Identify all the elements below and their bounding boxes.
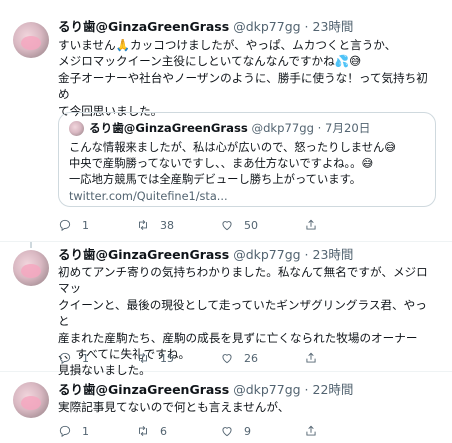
tweet-actions: 1 38 50 [58,216,418,234]
reply-count: 1 [82,218,89,232]
retweet-button[interactable]: 6 [136,422,167,440]
quoted-user-id: @dkp77gg [251,121,314,135]
retweet-button[interactable]: 15 [136,349,174,367]
tweet[interactable]: るり歯@GinzaGreenGrass @dkp77gg · 23時間 初めてア… [0,242,452,377]
screen-handle[interactable]: @GinzaGreenGrass [96,247,230,262]
timestamp[interactable]: 23時間 [313,247,354,262]
quoted-text: こんな情報来ましたが、私は心が広いので、怒ったりしません😅 中央で産駒勝ってない… [69,140,425,205]
reply-button[interactable]: 1 [58,349,89,367]
user-id[interactable]: @dkp77gg [233,382,300,397]
quoted-link[interactable]: twitter.com/Quitefine1/sta... [69,190,228,203]
screen-handle[interactable]: @GinzaGreenGrass [96,382,230,397]
share-button[interactable] [304,349,318,367]
like-button[interactable]: 50 [220,216,258,234]
thread-line [30,242,32,248]
avatar[interactable] [13,250,49,286]
tweet-actions: 1 6 9 [58,422,418,440]
tweet-header: るり歯@GinzaGreenGrass @dkp77gg · 23時間 [58,247,354,262]
display-name[interactable]: るり歯 [58,19,96,34]
share-button[interactable] [304,422,318,440]
quoted-avatar [69,121,84,136]
reply-icon [59,425,71,438]
user-id[interactable]: @dkp77gg [233,19,300,34]
share-icon [306,352,316,363]
retweet-count: 6 [160,424,167,438]
heart-icon [222,427,232,437]
avatar[interactable] [13,382,49,418]
reply-button[interactable]: 1 [58,422,89,440]
tweet-text: すいません🙏カッコつけましたが、やっぱ、ムカつくと言うか、 メジロマックイーン主… [58,38,428,118]
retweet-count: 15 [160,351,174,365]
tweet-header: るり歯@GinzaGreenGrass @dkp77gg · 22時間 [58,382,354,397]
retweet-count: 38 [160,218,174,232]
quoted-date: 7月20日 [325,121,371,135]
share-icon [306,219,316,230]
reply-icon [59,352,71,365]
like-count: 9 [244,424,251,438]
reply-count: 1 [82,424,89,438]
tweet-actions: 1 15 26 [58,349,418,367]
timestamp[interactable]: 23時間 [313,19,354,34]
quoted-screen-handle: @GinzaGreenGrass [123,121,248,135]
share-button[interactable] [304,216,318,234]
display-name[interactable]: るり歯 [58,247,96,262]
heart-icon [222,221,232,231]
reply-button[interactable]: 1 [58,216,89,234]
like-count: 50 [244,218,258,232]
retweet-icon [139,426,147,436]
reply-count: 1 [82,351,89,365]
tweet-text: 実際記事見てないので何とも言えませんが、 [58,400,290,414]
quoted-body: こんな情報来ましたが、私は心が広いので、怒ったりしません😅 中央で産駒勝ってない… [69,141,397,187]
retweet-icon [139,220,147,230]
display-name[interactable]: るり歯 [58,382,96,397]
share-icon [306,425,316,436]
reply-icon [59,219,71,232]
user-id[interactable]: @dkp77gg [233,247,300,262]
quoted-header: るり歯@GinzaGreenGrass @dkp77gg · 7月20日 [89,121,371,135]
like-button[interactable]: 9 [220,422,251,440]
retweet-button[interactable]: 38 [136,216,174,234]
quoted-tweet[interactable]: るり歯@GinzaGreenGrass @dkp77gg · 7月20日 こんな… [58,112,436,207]
screen-handle[interactable]: @GinzaGreenGrass [96,19,230,34]
like-button[interactable]: 26 [220,349,258,367]
like-count: 26 [244,351,258,365]
retweet-icon [139,353,147,363]
quoted-display-name: るり歯 [89,121,124,135]
heart-icon [222,354,232,364]
timestamp[interactable]: 22時間 [313,382,354,397]
avatar[interactable] [13,22,49,58]
tweet[interactable]: るり歯@GinzaGreenGrass @dkp77gg · 23時間 すいませ… [0,0,452,242]
tweet-header: るり歯@GinzaGreenGrass @dkp77gg · 23時間 [58,19,354,34]
tweet[interactable]: るり歯@GinzaGreenGrass @dkp77gg · 22時間 実際記事… [0,372,452,443]
